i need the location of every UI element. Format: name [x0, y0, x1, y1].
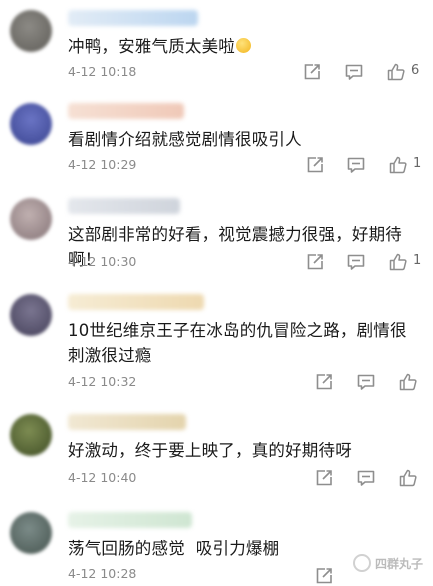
watermark: 四群丸子: [352, 552, 423, 574]
avatar[interactable]: [10, 294, 52, 336]
comment-time: 4-12 10:40: [68, 470, 137, 485]
comment-icon[interactable]: [346, 155, 366, 175]
watermark-text: 四群丸子: [374, 556, 423, 571]
share-icon[interactable]: [302, 62, 322, 82]
comment-item: 冲鸭，安雅气质太美啦 4-12 10:18 6: [0, 8, 433, 90]
like-icon[interactable]: [398, 468, 418, 488]
comment-item: 这部剧非常的好看，视觉震撼力很强，好期待啊！ 4-12 10:30 1: [0, 196, 433, 278]
username-blurred[interactable]: [68, 294, 204, 310]
share-icon[interactable]: [314, 372, 334, 392]
share-icon[interactable]: [305, 252, 325, 272]
like-count: 1: [413, 253, 422, 268]
username-blurred[interactable]: [68, 414, 186, 430]
like-icon[interactable]: [386, 62, 406, 82]
comment-time: 4-12 10:30: [68, 254, 137, 269]
avatar-image: [10, 294, 52, 336]
avatar-image: [10, 198, 52, 240]
comment-time: 4-12 10:18: [68, 64, 137, 79]
share-icon[interactable]: [314, 468, 334, 488]
like-icon[interactable]: [398, 372, 418, 392]
comment-time: 4-12 10:29: [68, 157, 137, 172]
avatar-image: [10, 414, 52, 456]
avatar[interactable]: [10, 198, 52, 240]
watermark-logo-icon: [352, 554, 371, 572]
comment-icon[interactable]: [346, 252, 366, 272]
comment-item: 10世纪维京王子在冰岛的仇冒险之路，剧情很刺激很过瘾 4-12 10:32: [0, 292, 433, 396]
avatar-image: [10, 10, 52, 52]
avatar[interactable]: [10, 103, 52, 145]
avatar[interactable]: [10, 512, 52, 554]
like-icon[interactable]: [388, 155, 408, 175]
username-blurred[interactable]: [68, 512, 192, 528]
comment-time: 4-12 10:28: [68, 566, 137, 581]
share-icon[interactable]: [305, 155, 325, 175]
comment-feed: 冲鸭，安雅气质太美啦 4-12 10:18 6 看剧情介绍就感觉剧情很吸引人 4…: [0, 0, 433, 584]
comment-icon[interactable]: [344, 62, 364, 82]
comment-item: 好激动，终于要上映了，真的好期待呀 4-12 10:40: [0, 412, 433, 494]
comment-text: 冲鸭，安雅气质太美啦: [68, 34, 423, 59]
comment-time: 4-12 10:32: [68, 374, 137, 389]
comment-icon[interactable]: [356, 468, 376, 488]
comment-text: 好激动，终于要上映了，真的好期待呀: [68, 441, 352, 460]
share-icon[interactable]: [314, 566, 334, 586]
comment-text: 10世纪维京王子在冰岛的仇冒险之路，剧情很刺激很过瘾: [68, 321, 407, 365]
avatar-image: [10, 512, 52, 554]
like-count: 1: [413, 156, 422, 171]
avatar[interactable]: [10, 10, 52, 52]
username-blurred[interactable]: [68, 198, 180, 214]
grinning-face-emoji: [236, 38, 251, 53]
comment-item: 看剧情介绍就感觉剧情很吸引人 4-12 10:29 1: [0, 101, 433, 183]
like-count: 6: [411, 63, 420, 78]
username-blurred[interactable]: [68, 103, 184, 119]
comment-icon[interactable]: [356, 372, 376, 392]
like-icon[interactable]: [388, 252, 408, 272]
username-blurred[interactable]: [68, 10, 198, 26]
comment-text: 看剧情介绍就感觉剧情很吸引人: [68, 130, 302, 149]
avatar-image: [10, 103, 52, 145]
avatar[interactable]: [10, 414, 52, 456]
comment-text-content: 冲鸭，安雅气质太美啦: [68, 37, 235, 56]
